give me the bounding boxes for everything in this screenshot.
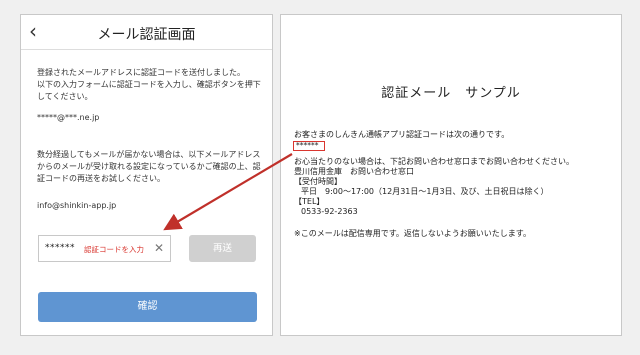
support-email: info@shinkin-app.jp xyxy=(37,201,117,210)
auth-code-placeholder: 認証コードを入力 xyxy=(84,245,144,254)
resend-button[interactable]: 再送 xyxy=(189,235,256,262)
header-bar: ‹ メール認証画面 xyxy=(21,15,272,50)
confirm-button[interactable]: 確認 xyxy=(38,292,257,322)
registered-email: *****@***.ne.jp xyxy=(37,113,100,122)
sample-email-panel: 認証メール サンプル お客さまのしんきん通帳アプリ認証コードは次の通りです。 *… xyxy=(280,14,622,336)
hours-line: 平日 9:00～17:00（12月31日～1月3日、及び、土日祝日は除く） xyxy=(301,187,549,196)
hours-label: 【受付時間】 xyxy=(294,177,342,186)
tel-line: 0533-92-2363 xyxy=(301,207,358,216)
page-title: メール認証画面 xyxy=(97,27,196,43)
inquiry-line: お心当たりのない場合は、下記お問い合わせ窓口までお問い合わせください。 xyxy=(294,157,574,166)
notice-text: 数分経過してもメールが届かない場合は、以下メールアドレスからのメールが受け取れる… xyxy=(37,150,261,183)
sample-code: ****** xyxy=(296,141,319,150)
intro-text: 登録されたメールアドレスに認証コードを送付しました。 以下の入力フォームに認証コ… xyxy=(37,68,261,101)
bank-line: 豊川信用金庫 お問い合わせ窓口 xyxy=(294,167,414,176)
phone-screen: ‹ メール認証画面 登録されたメールアドレスに認証コードを送付しました。 以下の… xyxy=(20,14,273,336)
tel-label: 【TEL】 xyxy=(294,197,325,206)
close-icon[interactable]: ✕ xyxy=(154,241,164,255)
greeting-line: お客さまのしんきん通帳アプリ認証コードは次の通りです。 xyxy=(294,130,510,139)
sample-code-box: ****** xyxy=(293,141,325,151)
sample-title: 認証メール サンプル xyxy=(381,86,521,101)
auth-code-input[interactable]: ****** 認証コードを入力 ✕ xyxy=(38,235,171,262)
auth-code-value: ****** xyxy=(45,243,75,253)
footer-note: ※このメールは配信専用です。返信しないようお願いいたします。 xyxy=(294,229,531,238)
